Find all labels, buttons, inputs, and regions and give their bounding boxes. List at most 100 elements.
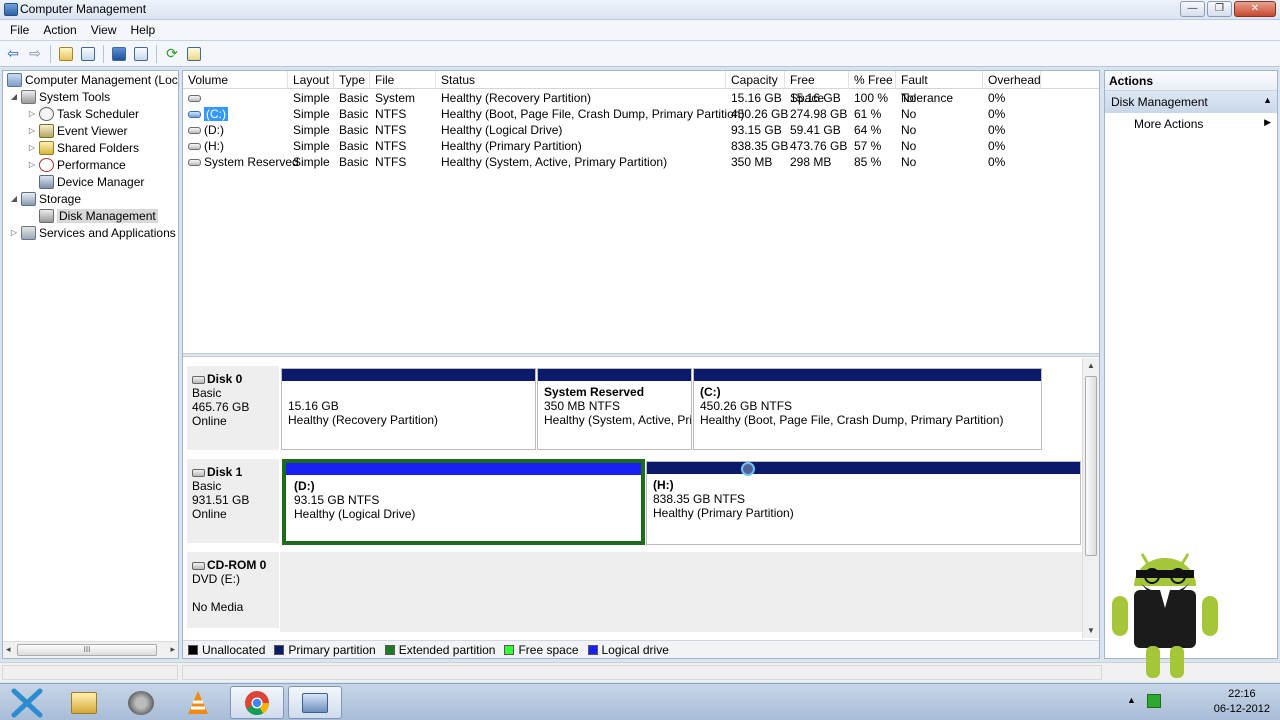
menu-view[interactable]: View — [84, 21, 124, 39]
volume-status: Healthy (Boot, Page File, Crash Dump, Pr… — [441, 107, 745, 121]
disk-icon — [192, 375, 205, 384]
properties-icon[interactable] — [184, 44, 204, 64]
menu-help[interactable]: Help — [124, 21, 163, 39]
tree-item-event-viewer[interactable]: ▷ Event Viewer — [27, 122, 127, 139]
menu-action[interactable]: Action — [36, 21, 83, 39]
scroll-right-icon[interactable]: ▸ — [170, 644, 175, 655]
volume-row[interactable]: (C:) Simple Basic NTFS Healthy (Boot, Pa… — [183, 106, 1099, 122]
column-header-type[interactable]: Type — [334, 71, 370, 89]
expand-arrow-icon[interactable]: ▷ — [27, 160, 37, 169]
tray-overflow-icon[interactable]: ▲ — [1127, 695, 1136, 705]
scroll-up-icon[interactable]: ▲ — [1087, 361, 1095, 370]
tree-item-shared-folders[interactable]: ▷ Shared Folders — [27, 139, 139, 156]
tree-item-disk-management[interactable]: Disk Management — [27, 207, 158, 224]
show-hide-tree-icon[interactable] — [78, 44, 98, 64]
menu-file[interactable]: File — [3, 21, 36, 39]
collapse-up-icon[interactable]: ▲ — [1263, 95, 1272, 105]
scroll-down-icon[interactable]: ▼ — [1087, 626, 1095, 635]
disk-management-icon — [39, 208, 54, 223]
expand-arrow-icon[interactable]: ▷ — [27, 143, 37, 152]
menu-bar: File Action View Help — [0, 20, 1280, 41]
volume-percent-free: 64 % — [854, 123, 882, 137]
tree-item-storage[interactable]: ◢ Storage — [9, 190, 81, 207]
taskbar-computer-management[interactable] — [114, 686, 168, 719]
column-header-free-space[interactable]: Free Space — [785, 71, 849, 105]
column-header-volume[interactable]: Volume — [183, 71, 288, 89]
scroll-thumb[interactable]: III — [17, 644, 157, 656]
partition-recovery[interactable]: 15.16 GB Healthy (Recovery Partition) — [281, 368, 536, 450]
volume-fault-tolerance: No — [901, 155, 917, 169]
volume-file-system: NTFS — [375, 123, 407, 137]
show-hide-action-pane-icon[interactable] — [131, 44, 151, 64]
up-folder-icon[interactable] — [56, 44, 76, 64]
partition-c[interactable]: (C:) 450.26 GB NTFS Healthy (Boot, Page … — [693, 368, 1042, 450]
taskbar-vlc[interactable] — [171, 686, 225, 719]
legend-label: Free space — [518, 642, 579, 657]
minimize-button[interactable]: — — [1180, 1, 1205, 17]
volume-row[interactable]: (H:) Simple Basic NTFS Healthy (Primary … — [183, 138, 1099, 154]
partition-h[interactable]: (H:) 838.35 GB NTFS Healthy (Primary Par… — [646, 461, 1081, 545]
expand-arrow-icon[interactable]: ▷ — [27, 109, 37, 118]
toolbar-separator — [50, 44, 51, 63]
column-header-fault-tolerance[interactable]: Fault Tolerance — [896, 71, 983, 105]
partition-bar — [286, 463, 641, 476]
tree-item-label: Task Scheduler — [57, 106, 140, 121]
tree-item-task-scheduler[interactable]: ▷ Task Scheduler — [27, 105, 139, 122]
volume-name: (H:) — [204, 139, 224, 153]
help-icon[interactable] — [109, 44, 129, 64]
expand-arrow-icon[interactable]: ▷ — [27, 126, 37, 135]
tray-network-icon[interactable] — [1147, 694, 1161, 708]
tree-item-services-and-applications[interactable]: ▷ Services and Applications — [9, 224, 176, 241]
taskbar-computer-management-active[interactable] — [288, 686, 342, 719]
column-header-layout[interactable]: Layout — [288, 71, 334, 89]
forward-arrow-icon[interactable]: ⇨ — [25, 44, 45, 64]
volume-row[interactable]: Simple Basic Healthy (Recovery Partition… — [183, 90, 1099, 106]
volume-row[interactable]: System Reserved Simple Basic NTFS Health… — [183, 154, 1099, 170]
drive-icon — [188, 95, 201, 103]
column-header-percent-free[interactable]: % Free — [849, 71, 896, 89]
legend-swatch — [384, 644, 395, 655]
performance-icon — [39, 157, 54, 172]
clock[interactable]: 22:16 06-12-2012 — [1214, 687, 1270, 717]
disk-0-label[interactable]: Disk 0 Basic 465.76 GB Online — [187, 366, 279, 450]
partition-system-reserved[interactable]: System Reserved 350 MB NTFS Healthy (Sys… — [537, 368, 692, 450]
partition-status: Healthy (Recovery Partition) — [288, 413, 439, 427]
collapse-arrow-icon[interactable]: ◢ — [9, 92, 19, 101]
partition-d[interactable]: (D:) 93.15 GB NTFS Healthy (Logical Driv… — [284, 461, 643, 543]
partition-size: 15.16 GB — [288, 399, 339, 413]
volume-row[interactable]: (D:) Simple Basic NTFS Healthy (Logical … — [183, 122, 1099, 138]
disk-1-label[interactable]: Disk 1 Basic 931.51 GB Online — [187, 459, 279, 543]
disk-vertical-scrollbar[interactable]: ▲ ▼ — [1082, 358, 1099, 638]
tree-item-performance[interactable]: ▷ Performance — [27, 156, 126, 173]
start-button[interactable] — [0, 686, 54, 719]
column-header-file-system[interactable]: File System — [370, 71, 436, 105]
volume-overhead: 0% — [988, 139, 1006, 153]
collapse-arrow-icon[interactable]: ◢ — [9, 194, 19, 203]
column-header-status[interactable]: Status — [436, 71, 726, 89]
volume-type: Basic — [339, 107, 369, 121]
tree-item-computer-management[interactable]: Computer Management (Local — [5, 71, 178, 88]
volume-fault-tolerance: No — [901, 123, 917, 137]
back-arrow-icon[interactable]: ⇦ — [3, 44, 23, 64]
expand-arrow-icon[interactable]: ▷ — [9, 228, 19, 237]
refresh-icon[interactable]: ⟳ — [162, 44, 182, 64]
more-actions-item[interactable]: More Actions ▶ — [1105, 113, 1277, 135]
taskbar-explorer[interactable] — [57, 686, 111, 719]
scroll-left-icon[interactable]: ◂ — [6, 644, 11, 655]
column-header-overhead[interactable]: Overhead — [983, 71, 1041, 89]
tree-item-system-tools[interactable]: ◢ System Tools — [9, 88, 110, 105]
pane-splitter[interactable] — [183, 353, 1099, 357]
tree-item-device-manager[interactable]: Device Manager — [27, 173, 144, 190]
column-header-capacity[interactable]: Capacity — [726, 71, 785, 89]
title-bar: Computer Management — ❐ ✕ — [0, 0, 1280, 20]
tree-horizontal-scrollbar[interactable]: ◂ III ▸ — [3, 641, 178, 658]
scroll-thumb[interactable] — [1085, 376, 1097, 556]
volume-capacity: 15.16 GB — [731, 91, 782, 105]
cdrom-0-label[interactable]: CD-ROM 0 DVD (E:) No Media — [187, 552, 279, 628]
taskbar-chrome[interactable] — [230, 686, 284, 719]
close-button[interactable]: ✕ — [1234, 1, 1276, 17]
actions-section-disk-management[interactable]: Disk Management ▲ — [1105, 91, 1277, 113]
legend-item: Free space — [504, 642, 579, 657]
maximize-button[interactable]: ❐ — [1207, 1, 1232, 17]
console-tree: Computer Management (Local ◢ System Tool… — [2, 70, 179, 659]
